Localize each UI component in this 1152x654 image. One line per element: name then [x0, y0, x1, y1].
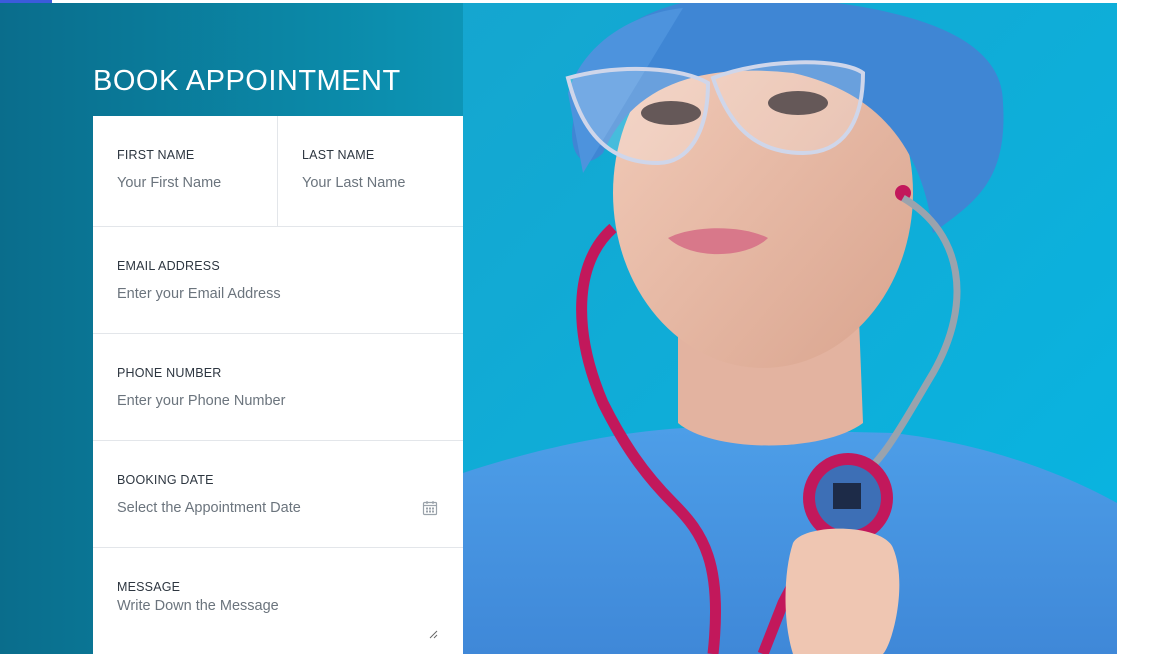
page-title: BOOK APPOINTMENT — [93, 65, 401, 97]
email-label: EMAIL ADDRESS — [117, 259, 220, 273]
first-name-group: FIRST NAME — [93, 116, 278, 226]
first-name-label: FIRST NAME — [117, 148, 195, 162]
hero-section: BOOK APPOINTMENT FIRST NAME LAST NAME EM… — [0, 3, 1117, 654]
last-name-label: LAST NAME — [302, 148, 375, 162]
name-row: FIRST NAME LAST NAME — [93, 116, 463, 227]
booking-date-input[interactable] — [117, 500, 417, 516]
message-label: MESSAGE — [117, 580, 181, 594]
doctor-with-stethoscope-image — [463, 3, 1117, 654]
phone-row: PHONE NUMBER — [93, 334, 463, 441]
last-name-input[interactable] — [302, 175, 452, 191]
email-input[interactable] — [117, 286, 417, 302]
phone-label: PHONE NUMBER — [117, 366, 222, 380]
message-textarea[interactable] — [117, 598, 439, 636]
last-name-group: LAST NAME — [278, 116, 463, 226]
message-row: MESSAGE — [93, 548, 463, 654]
phone-input[interactable] — [117, 393, 417, 409]
first-name-input[interactable] — [117, 175, 267, 191]
booking-date-row: BOOKING DATE — [93, 441, 463, 548]
booking-date-label: BOOKING DATE — [117, 473, 214, 487]
resize-handle-icon[interactable] — [429, 630, 438, 639]
appointment-form: FIRST NAME LAST NAME EMAIL ADDRESS PHONE… — [93, 116, 463, 654]
email-row: EMAIL ADDRESS — [93, 227, 463, 334]
calendar-icon[interactable] — [422, 500, 438, 516]
